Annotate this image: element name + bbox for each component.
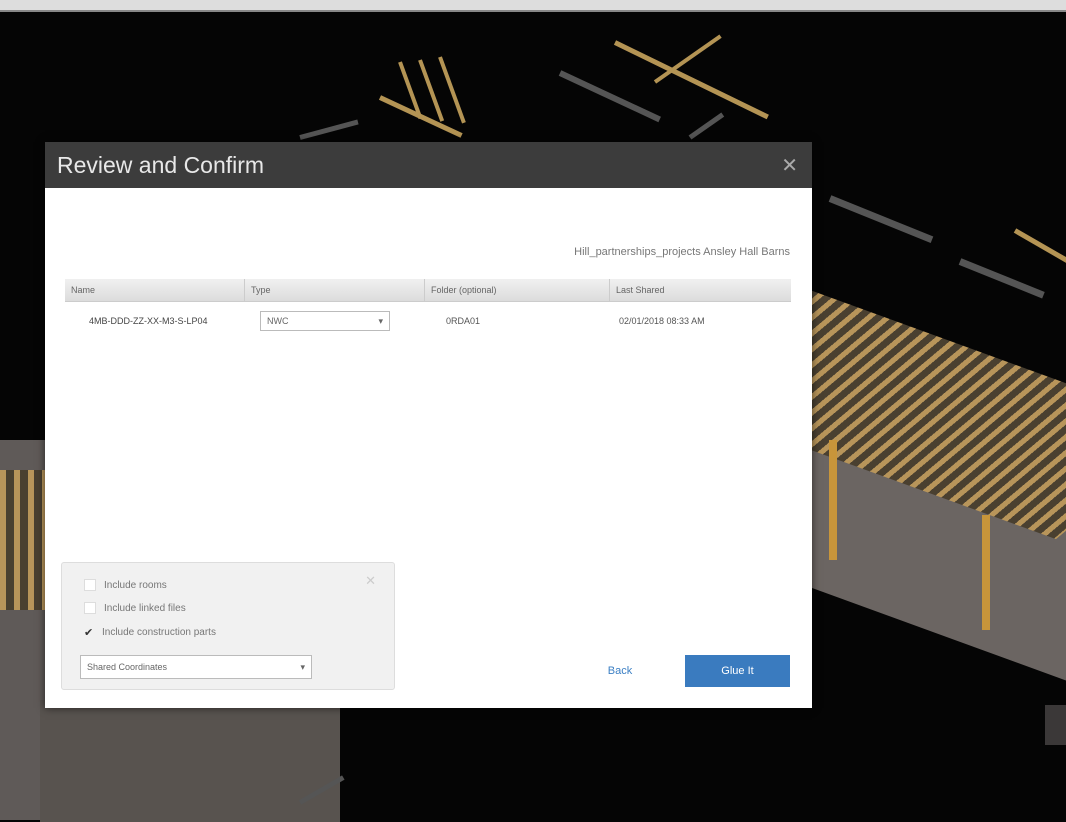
column-post	[982, 515, 990, 630]
close-icon[interactable]: ✕	[781, 153, 798, 178]
include-linked-files-label: Include linked files	[104, 602, 186, 614]
include-construction-parts-label: Include construction parts	[102, 627, 216, 638]
checkmark-icon[interactable]: ✔	[84, 627, 94, 638]
coordinates-dropdown[interactable]: Shared Coordinates ▾	[80, 655, 312, 679]
beam	[299, 119, 359, 140]
glue-it-button[interactable]: Glue It	[685, 655, 790, 687]
row-folder[interactable]: 0RDA01	[390, 316, 585, 326]
beam	[828, 195, 934, 243]
beam	[558, 70, 661, 123]
table-header: Name Type Folder (optional) Last Shared	[65, 279, 791, 302]
project-path: Hill_partnerships_projects Ansley Hall B…	[574, 246, 790, 258]
floor-edge	[1045, 705, 1066, 745]
options-panel: ✕ Include rooms Include linked files ✔ I…	[61, 562, 395, 690]
type-dropdown[interactable]: NWC ▾	[260, 311, 390, 331]
coordinates-value: Shared Coordinates	[87, 662, 168, 672]
chevron-down-icon: ▾	[300, 661, 305, 672]
row-name: 4MB-DDD-ZZ-XX-M3-S-LP04	[89, 316, 208, 326]
floor-slab-bottom	[40, 700, 340, 822]
include-rooms-checkbox[interactable]	[84, 579, 96, 591]
beam	[438, 56, 466, 124]
column-header-name[interactable]: Name	[65, 279, 245, 301]
beam	[418, 59, 445, 122]
column-header-type[interactable]: Type	[245, 279, 425, 301]
include-construction-parts-option[interactable]: ✔ Include construction parts	[84, 627, 216, 638]
include-linked-files-option[interactable]: Include linked files	[84, 602, 186, 614]
close-icon[interactable]: ✕	[365, 573, 376, 589]
chevron-down-icon: ▾	[378, 315, 383, 326]
column-post	[829, 440, 837, 560]
type-value: NWC	[267, 316, 289, 326]
include-linked-files-checkbox[interactable]	[84, 602, 96, 614]
beam	[688, 112, 725, 140]
column-header-folder[interactable]: Folder (optional)	[425, 279, 610, 301]
back-button[interactable]: Back	[570, 655, 670, 687]
table-row[interactable]: 4MB-DDD-ZZ-XX-M3-S-LP04 NWC ▾ 0RDA01 02/…	[65, 308, 791, 334]
dialog-header: Review and Confirm ✕	[45, 142, 812, 188]
beam	[378, 95, 463, 138]
beam	[1013, 228, 1066, 273]
review-confirm-dialog: Review and Confirm ✕ Hill_partnerships_p…	[45, 142, 812, 708]
include-rooms-label: Include rooms	[104, 579, 167, 591]
column-header-last-shared[interactable]: Last Shared	[610, 279, 791, 301]
beam	[958, 258, 1045, 299]
row-last-shared: 02/01/2018 08:33 AM	[619, 316, 705, 326]
dialog-title: Review and Confirm	[57, 151, 265, 178]
include-rooms-option[interactable]: Include rooms	[84, 579, 167, 591]
